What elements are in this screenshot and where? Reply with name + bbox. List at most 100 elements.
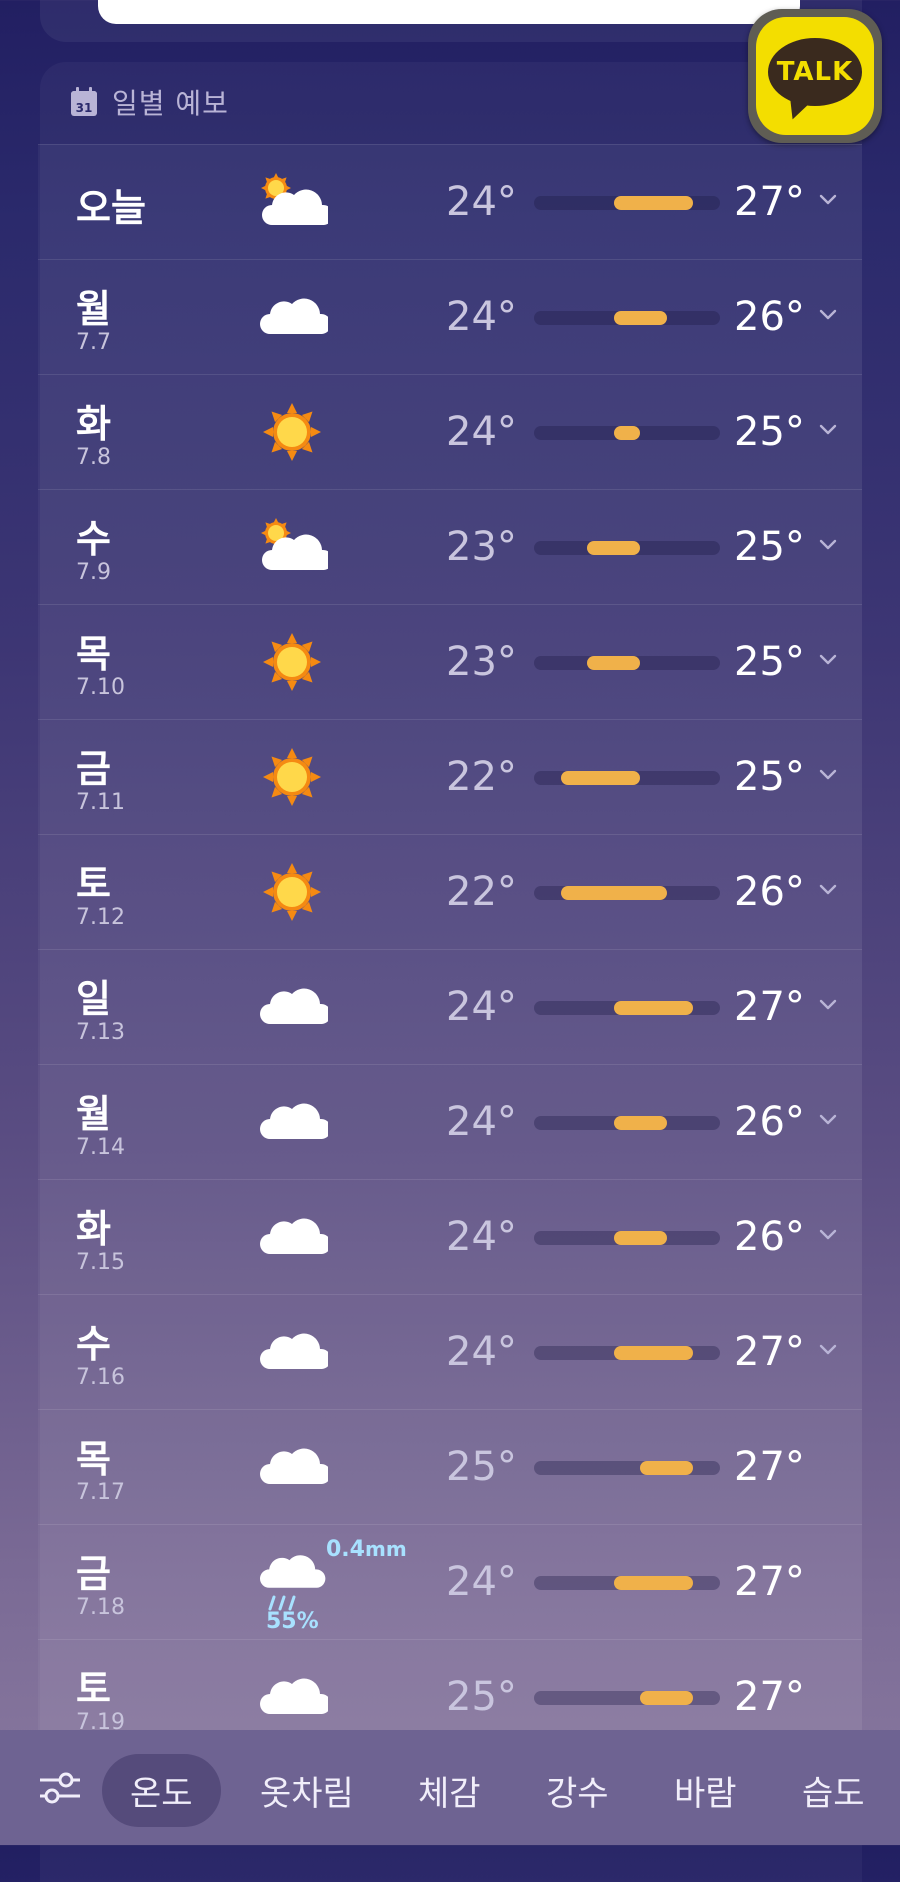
svg-text:31: 31 xyxy=(76,101,93,115)
talk-bubble-icon: TALK xyxy=(768,38,862,106)
forecast-row[interactable]: 월 7.14 24° 26° xyxy=(38,1064,862,1179)
max-temperature: 25° xyxy=(734,524,805,570)
rain-amount: 0.4mm xyxy=(326,1537,407,1562)
temperature-range-bar xyxy=(613,1116,667,1130)
max-temperature: 26° xyxy=(734,1099,805,1145)
forecast-row[interactable]: 월 7.7 24° 26° xyxy=(38,259,862,374)
day-label: 토 xyxy=(76,862,111,906)
date-label: 7.8 xyxy=(76,445,111,470)
forecast-row[interactable]: 토 7.12 22° 26° xyxy=(38,834,862,949)
max-temperature: 27° xyxy=(734,1674,805,1720)
min-temperature: 23° xyxy=(446,524,517,570)
date-label: 7.18 xyxy=(76,1595,125,1620)
min-temperature: 24° xyxy=(446,179,517,225)
forecast-row: 목 7.17 25° 27° xyxy=(38,1409,862,1524)
sun-icon xyxy=(256,631,328,693)
temperature-range-track xyxy=(534,1691,720,1705)
date-label: 7.16 xyxy=(76,1365,125,1390)
forecast-row[interactable]: 오늘 24° 27° xyxy=(38,144,862,259)
temperature-range-track xyxy=(534,1461,720,1475)
chevron-down-icon[interactable] xyxy=(818,649,838,669)
chevron-down-icon[interactable] xyxy=(818,879,838,899)
min-temperature: 25° xyxy=(446,1674,517,1720)
temperature-range-track xyxy=(534,426,720,440)
max-temperature: 27° xyxy=(734,1329,805,1375)
bottom-tab-bar: 온도 옷차림 체감 강수 바람 습도 xyxy=(0,1730,900,1845)
tab-feels-like[interactable]: 체감 xyxy=(418,1766,481,1815)
rain-probability: 55% xyxy=(266,1609,319,1634)
temperature-range-bar xyxy=(560,886,667,900)
temperature-range-bar xyxy=(587,541,641,555)
forecast-list: 오늘 24° 27° 월 7.7 24° 26° 화 7.8 24° 25° 수 7.9 23° 2… xyxy=(38,144,862,1754)
chevron-down-icon[interactable] xyxy=(818,419,838,439)
rain-icon xyxy=(256,1551,328,1613)
day-label: 금 xyxy=(76,747,111,791)
day-label: 일 xyxy=(76,977,111,1021)
temperature-range-track xyxy=(534,656,720,670)
section-title: 일별 예보 xyxy=(112,87,229,120)
date-label: 7.9 xyxy=(76,560,111,585)
cloud-icon xyxy=(256,976,332,1038)
date-label: 7.7 xyxy=(76,330,111,355)
chevron-down-icon[interactable] xyxy=(818,1224,838,1244)
min-temperature: 24° xyxy=(446,1559,517,1605)
day-label: 목 xyxy=(76,1437,111,1481)
forecast-row[interactable]: 목 7.10 23° 25° xyxy=(38,604,862,719)
max-temperature: 27° xyxy=(734,1444,805,1490)
chevron-down-icon[interactable] xyxy=(818,1109,838,1129)
cloud-icon xyxy=(256,1091,332,1153)
forecast-row[interactable]: 화 7.8 24° 25° xyxy=(38,374,862,489)
tab-precipitation[interactable]: 강수 xyxy=(546,1766,609,1815)
date-label: 7.14 xyxy=(76,1135,125,1160)
day-label: 수 xyxy=(76,1322,111,1366)
date-label: 7.10 xyxy=(76,675,125,700)
temperature-range-bar xyxy=(640,1691,694,1705)
forecast-row[interactable]: 수 7.9 23° 25° xyxy=(38,489,862,604)
date-label: 7.15 xyxy=(76,1250,125,1275)
chevron-down-icon[interactable] xyxy=(818,764,838,784)
temperature-range-track xyxy=(534,196,720,210)
tab-temperature[interactable]: 온도 xyxy=(102,1754,221,1827)
forecast-row[interactable]: 금 7.11 22° 25° xyxy=(38,719,862,834)
tab-clothing[interactable]: 옷차림 xyxy=(260,1766,354,1815)
chevron-down-icon[interactable] xyxy=(818,189,838,209)
day-label: 금 xyxy=(76,1552,111,1596)
temperature-range-track xyxy=(534,1001,720,1015)
tab-wind[interactable]: 바람 xyxy=(674,1766,737,1815)
chevron-down-icon[interactable] xyxy=(818,534,838,554)
filter-settings-icon[interactable] xyxy=(38,1768,82,1808)
max-temperature: 26° xyxy=(734,869,805,915)
forecast-row[interactable]: 화 7.15 24° 26° xyxy=(38,1179,862,1294)
chevron-down-icon[interactable] xyxy=(818,994,838,1014)
top-card xyxy=(98,0,800,24)
chevron-down-icon[interactable] xyxy=(818,304,838,324)
chevron-down-icon[interactable] xyxy=(818,1339,838,1359)
day-label: 토 xyxy=(76,1667,111,1711)
temperature-range-bar xyxy=(613,1001,694,1015)
forecast-row[interactable]: 일 7.13 24° 27° xyxy=(38,949,862,1064)
max-temperature: 25° xyxy=(734,639,805,685)
date-label: 7.17 xyxy=(76,1480,125,1505)
temperature-range-track xyxy=(534,541,720,555)
max-temperature: 27° xyxy=(734,984,805,1030)
max-temperature: 27° xyxy=(734,179,805,225)
min-temperature: 24° xyxy=(446,409,517,455)
min-temperature: 24° xyxy=(446,1214,517,1260)
tab-humidity[interactable]: 습도 xyxy=(802,1766,865,1815)
day-label: 월 xyxy=(76,1092,111,1136)
temperature-range-bar xyxy=(560,771,641,785)
temperature-range-track xyxy=(534,1346,720,1360)
daily-forecast-header: 31 일별 예보 xyxy=(70,82,229,122)
cloud-icon xyxy=(256,1206,332,1268)
talk-label: TALK xyxy=(776,57,854,87)
temperature-range-bar xyxy=(613,196,694,210)
min-temperature: 22° xyxy=(446,869,517,915)
temperature-range-bar xyxy=(613,1576,694,1590)
kakao-talk-button[interactable]: TALK xyxy=(748,9,882,143)
sun-icon xyxy=(256,861,328,923)
date-label: 7.12 xyxy=(76,905,125,930)
temperature-range-bar xyxy=(613,311,667,325)
min-temperature: 22° xyxy=(446,754,517,800)
day-label: 화 xyxy=(76,1207,111,1251)
forecast-row[interactable]: 수 7.16 24° 27° xyxy=(38,1294,862,1409)
